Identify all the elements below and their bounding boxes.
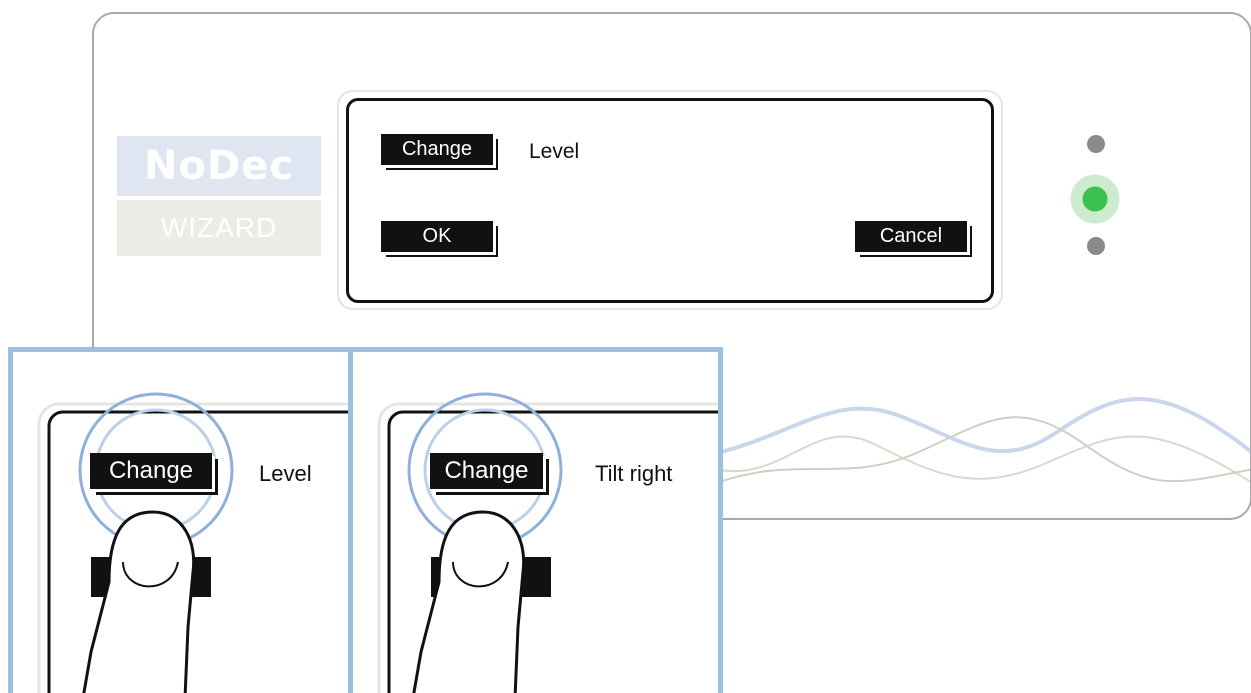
panel-1-setting-label: Level	[259, 461, 312, 486]
cancel-button[interactable]: Cancel	[855, 221, 967, 252]
logo-brand-box: NoDec	[117, 136, 321, 196]
ok-button[interactable]: OK	[381, 221, 493, 252]
finger-icon-2	[412, 510, 526, 693]
panel-2-change-button[interactable]: Change	[430, 453, 543, 489]
panel-2-setting-label: Tilt right	[595, 461, 673, 486]
logo-sub-text: WIZARD	[160, 212, 278, 243]
panel-1-illustration	[37, 392, 348, 693]
setting-label: Level	[529, 140, 580, 163]
change-button[interactable]: Change	[381, 134, 493, 165]
panel-2-illustration	[377, 392, 718, 693]
logo-brand-text: NoDec	[144, 143, 294, 189]
panel-1-change-button[interactable]: Change	[90, 453, 212, 489]
step-panel-2: Change Tilt right	[348, 347, 723, 693]
lcd-screen	[346, 98, 994, 303]
nodec-logo: NoDec WIZARD	[117, 136, 321, 256]
status-led-active	[1070, 174, 1120, 224]
status-led-bottom	[1087, 237, 1105, 255]
status-led-top	[1087, 135, 1105, 153]
step-panel-1: Change Level	[8, 347, 353, 693]
finger-icon	[82, 510, 196, 693]
logo-sub-box: WIZARD	[117, 200, 321, 256]
